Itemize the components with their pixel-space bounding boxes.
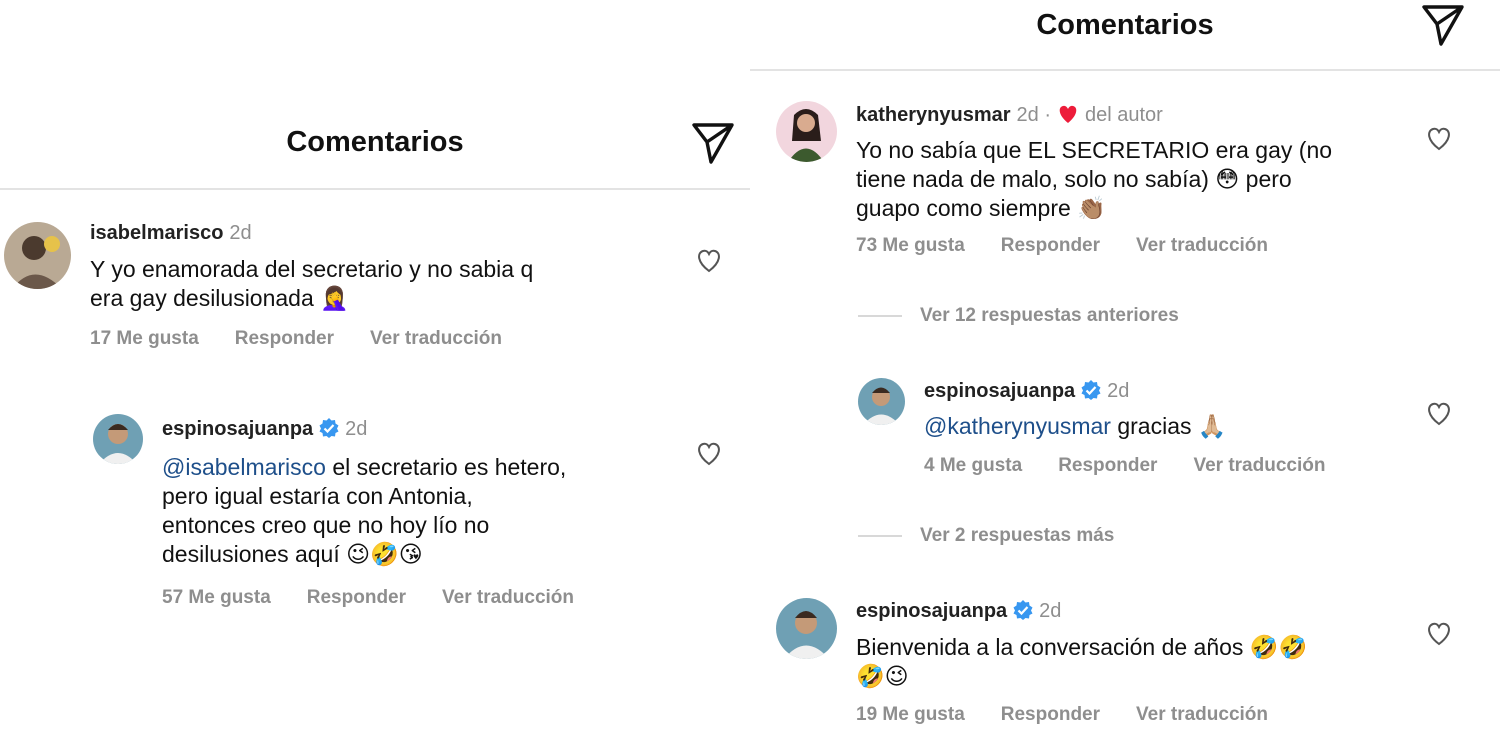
heart-icon[interactable]: [695, 440, 723, 466]
send-icon[interactable]: [689, 118, 737, 166]
mention-link[interactable]: @katherynyusmar: [924, 413, 1111, 439]
heart-icon[interactable]: [1425, 400, 1453, 426]
view-previous-replies[interactable]: Ver 12 respuestas anteriores: [858, 305, 1179, 327]
verified-badge-icon: [1013, 600, 1033, 620]
avatar[interactable]: [858, 378, 905, 425]
translate-button[interactable]: Ver traducción: [1136, 704, 1268, 726]
translate-button[interactable]: Ver traducción: [1136, 235, 1268, 257]
comment-actions: 73 Me gusta Responder Ver traducción: [856, 235, 1268, 257]
avatar[interactable]: [776, 101, 837, 162]
heart-icon[interactable]: [1425, 620, 1453, 646]
likes-count[interactable]: 57 Me gusta: [162, 587, 271, 609]
reply-button[interactable]: Responder: [1001, 235, 1100, 257]
reply-button[interactable]: Responder: [1001, 704, 1100, 726]
comment-time: 2d ·: [1016, 104, 1051, 126]
reply-username[interactable]: espinosajuanpa 2d: [162, 418, 367, 441]
verified-badge-icon: [319, 418, 339, 438]
avatar[interactable]: [776, 598, 837, 659]
reply-time: 2d: [1107, 380, 1130, 402]
avatar[interactable]: [93, 414, 143, 464]
likes-count[interactable]: 19 Me gusta: [856, 704, 965, 726]
reply-text: Bienvenida a la conversación de años 🤣🤣 …: [856, 634, 1308, 689]
reply-username[interactable]: espinosajuanpa 2d: [924, 380, 1129, 403]
translate-button[interactable]: Ver traducción: [370, 328, 502, 350]
reply-button[interactable]: Responder: [307, 587, 406, 609]
verified-badge-icon: [1081, 380, 1101, 400]
comment-time: 2d: [229, 222, 252, 244]
likes-count[interactable]: 4 Me gusta: [924, 455, 1022, 477]
reply-time: 2d: [1039, 600, 1062, 622]
reply-button[interactable]: Responder: [235, 328, 334, 350]
comment-actions: 17 Me gusta Responder Ver traducción: [90, 328, 502, 350]
header-divider: [750, 69, 1500, 71]
reply-button[interactable]: Responder: [1058, 455, 1157, 477]
thread-line: [858, 315, 902, 317]
reply-text: @isabelmarisco el secretario es hetero, …: [162, 454, 567, 567]
page-title: Comentarios: [286, 126, 464, 158]
author-heart-icon: [1059, 105, 1077, 123]
avatar[interactable]: [4, 222, 71, 289]
likes-count[interactable]: 17 Me gusta: [90, 328, 199, 350]
thread-line: [858, 535, 902, 537]
heart-icon[interactable]: [695, 247, 723, 273]
comment-username[interactable]: katherynyusmar 2d · del autor: [856, 104, 1163, 127]
reply-time: 2d: [345, 418, 368, 440]
header-divider: [0, 188, 750, 190]
reply-actions: 4 Me gusta Responder Ver traducción: [924, 455, 1325, 477]
likes-count[interactable]: 73 Me gusta: [856, 235, 965, 257]
reply-actions: 57 Me gusta Responder Ver traducción: [162, 587, 574, 609]
left-screenshot: Comentarios isabelmarisco 2d Y yo enamora…: [0, 0, 750, 750]
comment-text: Yo no sabía que EL SECRETARIO era gay (n…: [856, 137, 1333, 221]
page-title: Comentarios: [1036, 9, 1214, 41]
translate-button[interactable]: Ver traducción: [442, 587, 574, 609]
mention-link[interactable]: @isabelmarisco: [162, 454, 326, 480]
reply-text: @katherynyusmar gracias 🙏🏼: [924, 413, 1227, 439]
comment-username[interactable]: isabelmarisco 2d: [90, 222, 252, 245]
comment-text: Y yo enamorada del secretario y no sabia…: [90, 256, 534, 311]
reply-actions: 19 Me gusta Responder Ver traducción: [856, 704, 1268, 726]
translate-button[interactable]: Ver traducción: [1193, 455, 1325, 477]
author-label: del autor: [1085, 104, 1163, 126]
view-more-replies[interactable]: Ver 2 respuestas más: [858, 525, 1114, 547]
send-icon[interactable]: [1419, 0, 1467, 48]
right-screenshot: Comentarios katherynyusmar 2d · del autor …: [750, 0, 1500, 750]
reply-username[interactable]: espinosajuanpa 2d: [856, 600, 1061, 623]
heart-icon[interactable]: [1425, 125, 1453, 151]
